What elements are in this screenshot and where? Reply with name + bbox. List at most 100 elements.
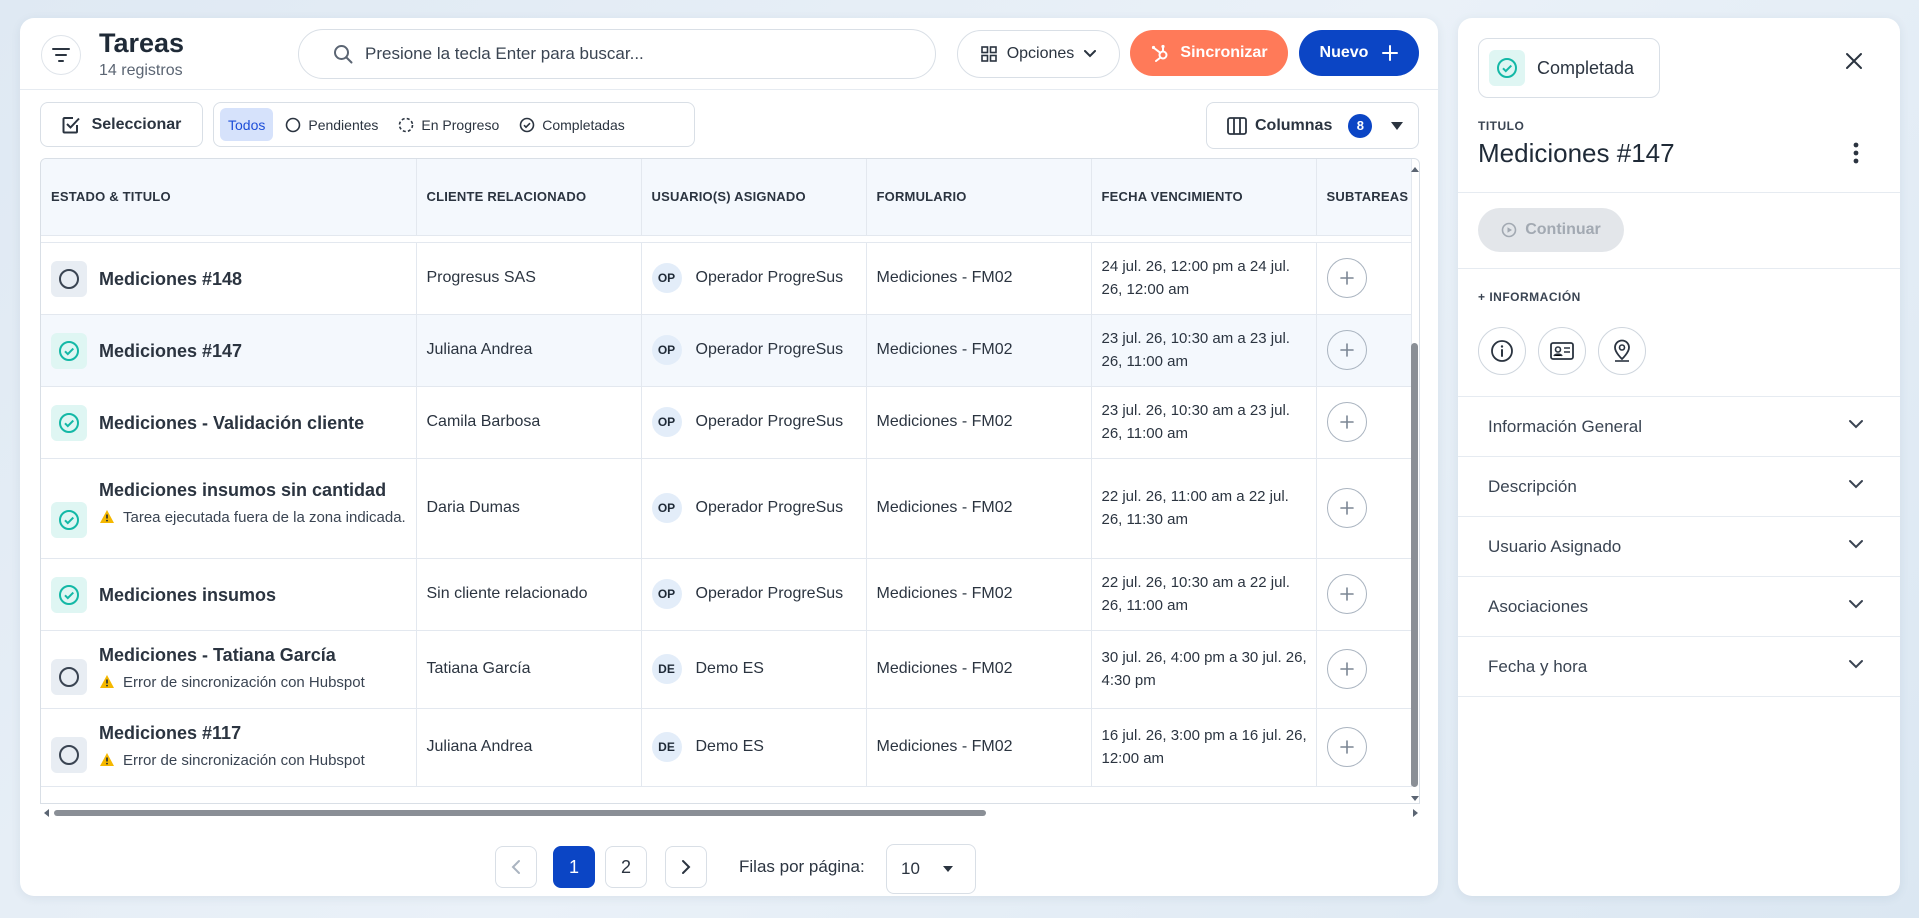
task-title: Mediciones #147 — [1478, 138, 1675, 168]
warning-icon — [100, 753, 114, 766]
column-header[interactable]: FORMULARIO — [866, 159, 1092, 236]
table-row[interactable]: Mediciones #147 Juliana Andrea OP Operado… — [41, 314, 1412, 387]
filter-label: Todos — [228, 116, 266, 133]
plus-icon — [1339, 662, 1354, 676]
task-title[interactable]: Mediciones - Validación cliente — [99, 413, 364, 434]
avatar: DE — [651, 654, 682, 684]
accordion-section[interactable]: Información General — [1458, 397, 1900, 457]
table-row[interactable]: Mediciones - Validación cliente Camila B… — [41, 386, 1412, 459]
status-toggle[interactable] — [51, 333, 87, 369]
table-row[interactable]: Mediciones insumos sin cantidad Tarea ej… — [41, 458, 1412, 559]
chevron-down-icon — [1084, 50, 1097, 58]
user-cell: OP Operador ProgreSus — [641, 242, 867, 315]
filter-button[interactable] — [41, 35, 81, 75]
play-circle-icon — [1501, 222, 1517, 238]
section-label: Asociaciones — [1488, 596, 1589, 616]
table-row[interactable]: Mediciones insumos Sin cliente relaciona… — [41, 558, 1412, 631]
columns-button[interactable]: Columnas 8 — [1206, 102, 1419, 149]
next-page-button[interactable] — [665, 846, 707, 888]
check-circle-icon — [1497, 58, 1517, 78]
options-button[interactable]: Opciones — [957, 30, 1120, 78]
info-button[interactable] — [1478, 327, 1526, 375]
horizontal-scrollbar[interactable] — [42, 806, 1420, 818]
table-row[interactable]: Mediciones - Tatiana García Error de sin… — [41, 630, 1412, 709]
dashed-circle-icon — [399, 117, 414, 132]
due-date-cell: 23 jul. 26, 10:30 am a 23 jul. 26, 11:00… — [1091, 314, 1317, 387]
location-button[interactable] — [1598, 327, 1646, 375]
select-button[interactable]: Seleccionar — [40, 102, 203, 147]
page-2-button[interactable]: 2 — [605, 846, 647, 888]
status-toggle[interactable] — [51, 405, 87, 441]
accordion-section[interactable]: Asociaciones — [1458, 577, 1900, 637]
vertical-scrollbar[interactable] — [1409, 165, 1421, 803]
add-subtask-button[interactable] — [1326, 649, 1367, 689]
status-toggle[interactable] — [51, 737, 87, 773]
rows-per-page-select[interactable]: 10 — [886, 844, 976, 894]
scrollbar-thumb[interactable] — [1411, 343, 1418, 787]
more-options-button[interactable] — [1853, 142, 1859, 169]
client-cell: Juliana Andrea — [416, 708, 642, 787]
user-cell: OP Operador ProgreSus — [641, 558, 867, 631]
status-toggle[interactable] — [51, 659, 87, 695]
status-toggle[interactable] — [51, 577, 87, 613]
circle-icon — [59, 745, 79, 765]
column-header[interactable]: USUARIO(S) ASIGNADO — [641, 159, 867, 236]
add-subtask-button[interactable] — [1326, 574, 1367, 614]
column-header[interactable]: SUBTAREAS — [1316, 159, 1412, 236]
task-title[interactable]: Mediciones #117 — [99, 723, 365, 744]
task-title[interactable]: Mediciones #147 — [99, 341, 242, 362]
new-task-button[interactable]: Nuevo — [1299, 30, 1419, 76]
form-cell: Mediciones - FM02 — [866, 458, 1092, 559]
due-date-cell: 22 jul. 26, 11:00 am a 22 jul. 26, 11:30… — [1091, 458, 1317, 559]
table-header-row: ESTADO & TITULO CLIENTE RELACIONADO USUA… — [41, 159, 1412, 236]
plus-icon — [1339, 271, 1354, 285]
scrollbar-thumb[interactable] — [54, 810, 986, 816]
task-title[interactable]: Mediciones #148 — [99, 269, 242, 290]
column-header[interactable]: FECHA VENCIMIENTO — [1091, 159, 1317, 236]
filter-pending[interactable]: Pendientes — [277, 108, 386, 141]
scroll-right-icon — [1413, 809, 1418, 817]
location-icon — [1614, 339, 1630, 362]
accordion-section[interactable]: Usuario Asignado — [1458, 517, 1900, 577]
status-chip[interactable]: Completada — [1478, 38, 1660, 98]
continue-button[interactable]: Continuar — [1478, 208, 1624, 252]
task-title[interactable]: Mediciones insumos sin cantidad — [99, 480, 406, 501]
task-warning: Error de sincronización con Hubspot — [99, 750, 365, 772]
form-cell: Mediciones - FM02 — [866, 314, 1092, 387]
user-cell: OP Operador ProgreSus — [641, 458, 867, 559]
add-subtask-button[interactable] — [1326, 330, 1367, 370]
avatar: OP — [651, 493, 682, 523]
search-box[interactable] — [298, 29, 936, 79]
contact-card-button[interactable] — [1538, 327, 1586, 375]
due-date-cell: 22 jul. 26, 10:30 am a 22 jul. 26, 11:00… — [1091, 558, 1317, 631]
filter-all[interactable]: Todos — [220, 108, 274, 141]
add-subtask-button[interactable] — [1326, 402, 1367, 442]
task-title[interactable]: Mediciones insumos — [99, 585, 276, 606]
table-row[interactable]: Mediciones #148 Progresus SAS OP Operador… — [41, 242, 1412, 315]
search-input[interactable] — [365, 44, 885, 64]
chevron-down-icon — [1849, 480, 1863, 489]
due-date: 23 jul. 26, 10:30 am a 23 jul. 26, 11:00… — [1101, 330, 1290, 370]
status-filter-group: Todos Pendientes En Progreso Completadas — [213, 102, 695, 147]
column-header[interactable]: CLIENTE RELACIONADO — [416, 159, 642, 236]
accordion-section[interactable]: Descripción — [1458, 457, 1900, 517]
add-subtask-button[interactable] — [1326, 258, 1367, 298]
close-button[interactable] — [1845, 52, 1863, 75]
status-toggle[interactable] — [51, 502, 87, 538]
due-date: 30 jul. 26, 4:00 pm a 30 jul. 26, 4:30 p… — [1101, 649, 1307, 689]
add-subtask-button[interactable] — [1326, 727, 1367, 767]
status-toggle[interactable] — [51, 261, 87, 297]
info-icon — [1491, 340, 1513, 362]
table-row[interactable]: Mediciones #117 Error de sincronización … — [41, 708, 1412, 787]
status-icon-box — [1489, 50, 1525, 86]
filter-completed[interactable]: Completadas — [511, 108, 633, 141]
sync-button[interactable]: Sincronizar — [1130, 30, 1288, 76]
add-subtask-button[interactable] — [1326, 488, 1367, 528]
accordion-section[interactable]: Fecha y hora — [1458, 637, 1900, 697]
filter-in-progress[interactable]: En Progreso — [390, 108, 507, 141]
id-card-icon — [1550, 342, 1574, 360]
column-header[interactable]: ESTADO & TITULO — [41, 159, 417, 236]
prev-page-button[interactable] — [495, 846, 537, 888]
page-1-button[interactable]: 1 — [553, 846, 595, 888]
task-title[interactable]: Mediciones - Tatiana García — [99, 645, 365, 666]
